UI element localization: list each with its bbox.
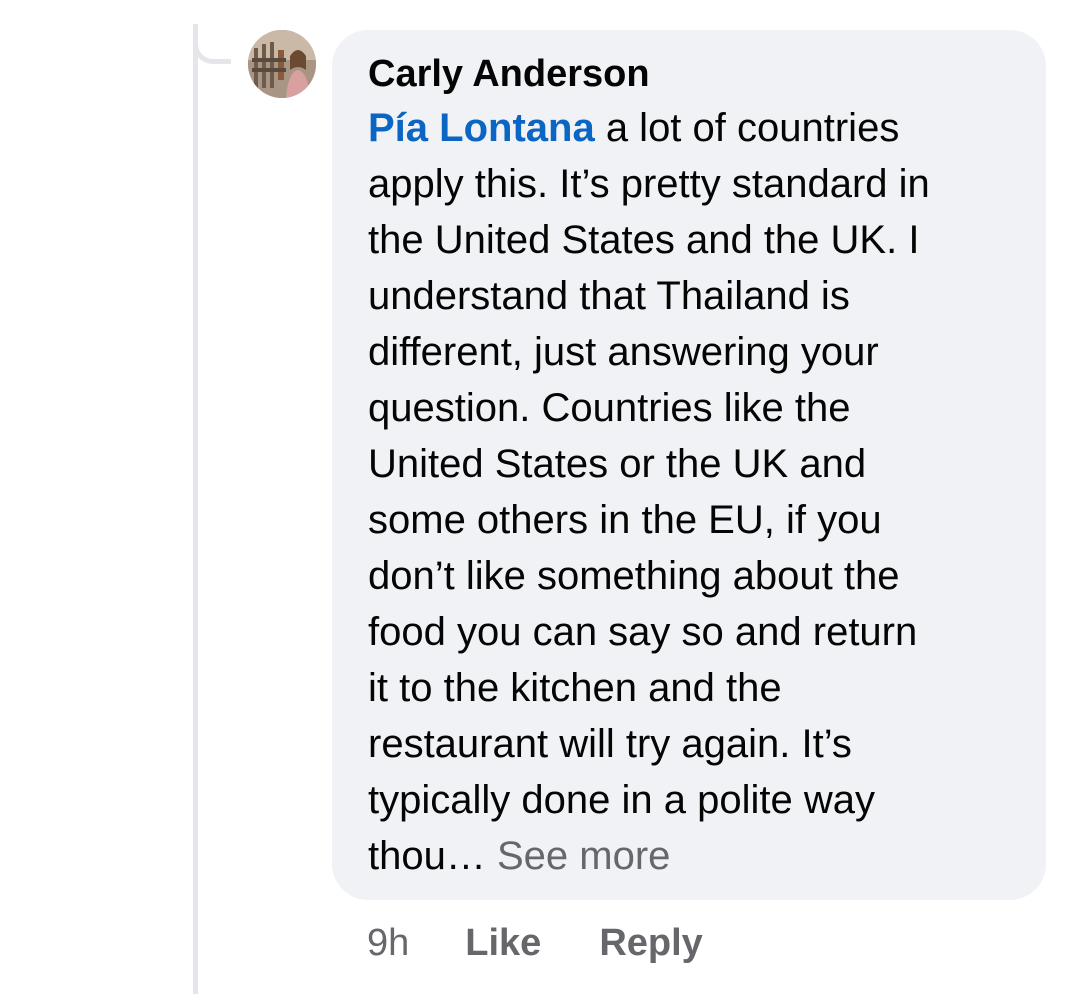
comment-line: United States or the UK and [368, 442, 867, 486]
reply-button[interactable]: Reply [599, 922, 702, 965]
comment-actions: 9h Like Reply [367, 918, 703, 968]
thread-connector [193, 24, 231, 64]
comment-line: it to the kitchen and the [368, 666, 782, 710]
comment-line: food you can say so and return [368, 610, 918, 654]
mention-link[interactable]: Pía Lontana [368, 106, 595, 150]
avatar-photo [248, 30, 316, 98]
like-button[interactable]: Like [465, 922, 541, 965]
see-more-link[interactable]: See more [497, 834, 670, 878]
comment-line-text: thou… [368, 834, 497, 878]
avatar[interactable] [248, 30, 316, 98]
comment-line: some others in the EU, if you [368, 498, 882, 542]
comment-line-text: a lot of countries [594, 106, 900, 150]
comment-timestamp[interactable]: 9h [367, 922, 409, 965]
comment-line: restaurant will try again. It’s [368, 722, 852, 766]
comment-line: apply this. It’s pretty standard in [368, 162, 930, 206]
comment-line: different, just answering your [368, 330, 879, 374]
comment-line: question. Countries like the [368, 386, 851, 430]
comment-line: don’t like something about the [368, 554, 900, 598]
thread-line [193, 24, 198, 994]
comment-bubble: Carly Anderson Pía Lontana a lot of coun… [332, 30, 1046, 900]
comment-line: typically done in a polite way [368, 778, 875, 822]
comment-line: the United States and the UK. I [368, 218, 920, 262]
comment-author[interactable]: Carly Anderson [368, 54, 1016, 94]
comment-body: Pía Lontana a lot of countries apply thi… [368, 100, 1016, 884]
comment-line-last: thou… See more [368, 828, 1016, 884]
comment-line: understand that Thailand is [368, 274, 850, 318]
comment-line-1: Pía Lontana a lot of countries [368, 100, 1016, 156]
